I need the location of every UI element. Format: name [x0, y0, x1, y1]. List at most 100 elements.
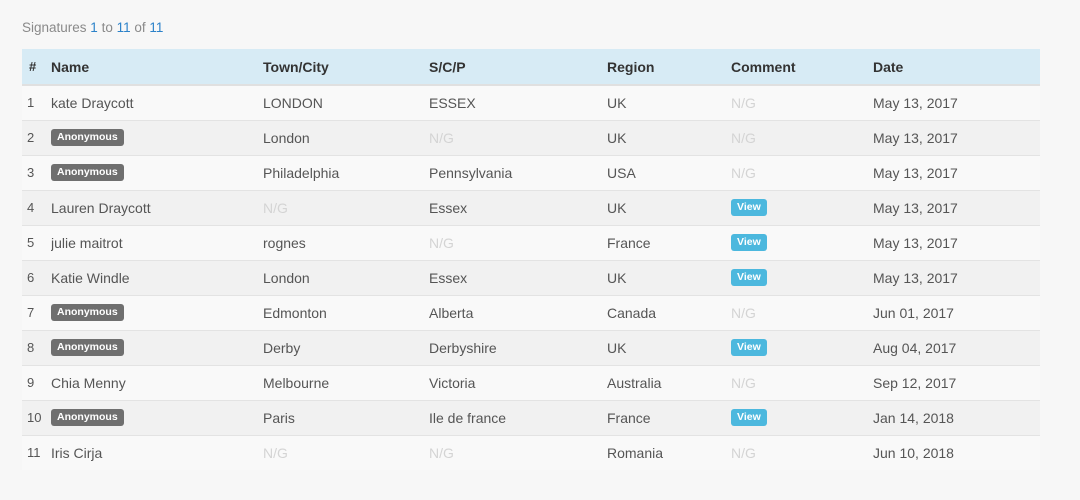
cell-date: May 13, 2017	[873, 94, 958, 111]
scp-text: ESSEX	[429, 94, 476, 111]
cell-town-city: Melbourne	[263, 365, 429, 400]
cell-comment: N/G	[731, 85, 873, 120]
cell-town-city: Edmonton	[263, 295, 429, 330]
region-text: Romania	[607, 444, 664, 461]
cell-town-city: LONDON	[263, 85, 429, 120]
table-row: 5 julie maitrot rognes N/G France View May 13,…	[22, 225, 1040, 260]
cell-name: Katie Windle	[51, 260, 263, 295]
cell-town-city: Philadelphia	[263, 155, 429, 190]
town-city-text: rognes	[263, 234, 306, 251]
cell-town-city: rognes	[263, 225, 429, 260]
summary-to: 11	[116, 20, 131, 35]
cell-number: 8	[27, 340, 35, 355]
cell-name: julie maitrot	[51, 225, 263, 260]
comment-not-given: N/G	[731, 94, 756, 111]
cell-comment: View	[731, 225, 873, 260]
region-text: France	[607, 409, 651, 426]
cell-number: 6	[27, 270, 35, 285]
cell-scp: N/G	[429, 120, 607, 155]
column-header-comment: Comment	[731, 49, 873, 86]
cell-scp: N/G	[429, 435, 607, 470]
cell-number: 2	[27, 130, 35, 145]
town-city-text: Melbourne	[263, 374, 330, 391]
table-row: 1 kate Draycott LONDON ESSEX UK N/G May 13, 20…	[22, 85, 1040, 120]
scp-text: Pennsylvania	[429, 164, 513, 181]
region-text: UK	[607, 129, 627, 146]
town-city-text: LONDON	[263, 94, 323, 111]
table-row: 2 Anonymous London N/G UK N/G May 13, 2017	[22, 120, 1040, 155]
region-text: Australia	[607, 374, 662, 391]
cell-date: Aug 04, 2017	[873, 339, 957, 356]
table-row: 8 Anonymous Derby Derbyshire UK View Aug 04, 2…	[22, 330, 1040, 365]
view-comment-button[interactable]: View	[731, 199, 767, 217]
cell-scp: Essex	[429, 260, 607, 295]
view-comment-button[interactable]: View	[731, 409, 767, 427]
cell-region: UK	[607, 120, 731, 155]
signer-name: Iris Cirja	[51, 444, 103, 461]
cell-town-city: Paris	[263, 400, 429, 435]
summary-total: 11	[149, 20, 164, 35]
cell-region: USA	[607, 155, 731, 190]
cell-date: Sep 12, 2017	[873, 374, 957, 391]
scp-text: Alberta	[429, 304, 474, 321]
cell-scp: Alberta	[429, 295, 607, 330]
anonymous-badge: Anonymous	[51, 409, 124, 427]
cell-name: Anonymous	[51, 155, 263, 190]
table-row: 7 Anonymous Edmonton Alberta Canada N/G Jun 01…	[22, 295, 1040, 330]
cell-region: France	[607, 400, 731, 435]
region-text: Canada	[607, 304, 657, 321]
table-row: 4 Lauren Draycott N/G Essex UK View May 13, 20…	[22, 190, 1040, 225]
cell-region: France	[607, 225, 731, 260]
cell-comment: N/G	[731, 120, 873, 155]
table-row: 9 Chia Menny Melbourne Victoria Australia N/G…	[22, 365, 1040, 400]
region-text: UK	[607, 199, 627, 216]
view-comment-button[interactable]: View	[731, 339, 767, 357]
column-header-scp: S/C/P	[429, 49, 607, 86]
cell-number: 7	[27, 305, 35, 320]
comment-not-given: N/G	[731, 164, 756, 181]
column-header-town-city: Town/City	[263, 49, 429, 86]
cell-date: May 13, 2017	[873, 199, 958, 216]
cell-town-city: London	[263, 260, 429, 295]
table-header-row: # Name Town/City S/C/P Region Comment Da…	[22, 49, 1040, 86]
cell-town-city: Derby	[263, 330, 429, 365]
comment-not-given: N/G	[731, 129, 756, 146]
view-comment-button[interactable]: View	[731, 234, 767, 252]
table-body: 1 kate Draycott LONDON ESSEX UK N/G May 13, 20…	[22, 85, 1040, 470]
town-city-text: Paris	[263, 409, 295, 426]
cell-comment: View	[731, 330, 873, 365]
cell-number: 10	[27, 410, 42, 425]
cell-date: May 13, 2017	[873, 129, 958, 146]
cell-region: UK	[607, 330, 731, 365]
town-city-text: Derby	[263, 339, 301, 356]
region-text: UK	[607, 269, 627, 286]
cell-town-city: N/G	[263, 190, 429, 225]
signatures-summary: Signatures 1 to 11 of 11	[22, 20, 163, 35]
cell-date: Jan 14, 2018	[873, 409, 954, 426]
anonymous-badge: Anonymous	[51, 339, 124, 357]
cell-region: Canada	[607, 295, 731, 330]
cell-region: Australia	[607, 365, 731, 400]
cell-comment: View	[731, 400, 873, 435]
column-header-number: #	[22, 49, 51, 86]
cell-region: UK	[607, 85, 731, 120]
cell-comment: N/G	[731, 435, 873, 470]
cell-date: May 13, 2017	[873, 234, 958, 251]
cell-comment: View	[731, 190, 873, 225]
column-header-name: Name	[51, 49, 263, 86]
cell-scp: Essex	[429, 190, 607, 225]
town-city-text: Philadelphia	[263, 164, 340, 181]
cell-name: kate Draycott	[51, 85, 263, 120]
cell-region: UK	[607, 190, 731, 225]
scp-text: Ile de france	[429, 409, 507, 426]
view-comment-button[interactable]: View	[731, 269, 767, 287]
cell-date: Jun 10, 2018	[873, 444, 954, 461]
cell-number: 9	[27, 375, 35, 390]
scp-text: Essex	[429, 199, 468, 216]
cell-comment: N/G	[731, 365, 873, 400]
table-row: 10 Anonymous Paris Ile de france France View J…	[22, 400, 1040, 435]
cell-scp: Pennsylvania	[429, 155, 607, 190]
comment-not-given: N/G	[731, 444, 756, 461]
summary-to-word: to	[97, 20, 117, 35]
cell-number: 3	[27, 165, 35, 180]
